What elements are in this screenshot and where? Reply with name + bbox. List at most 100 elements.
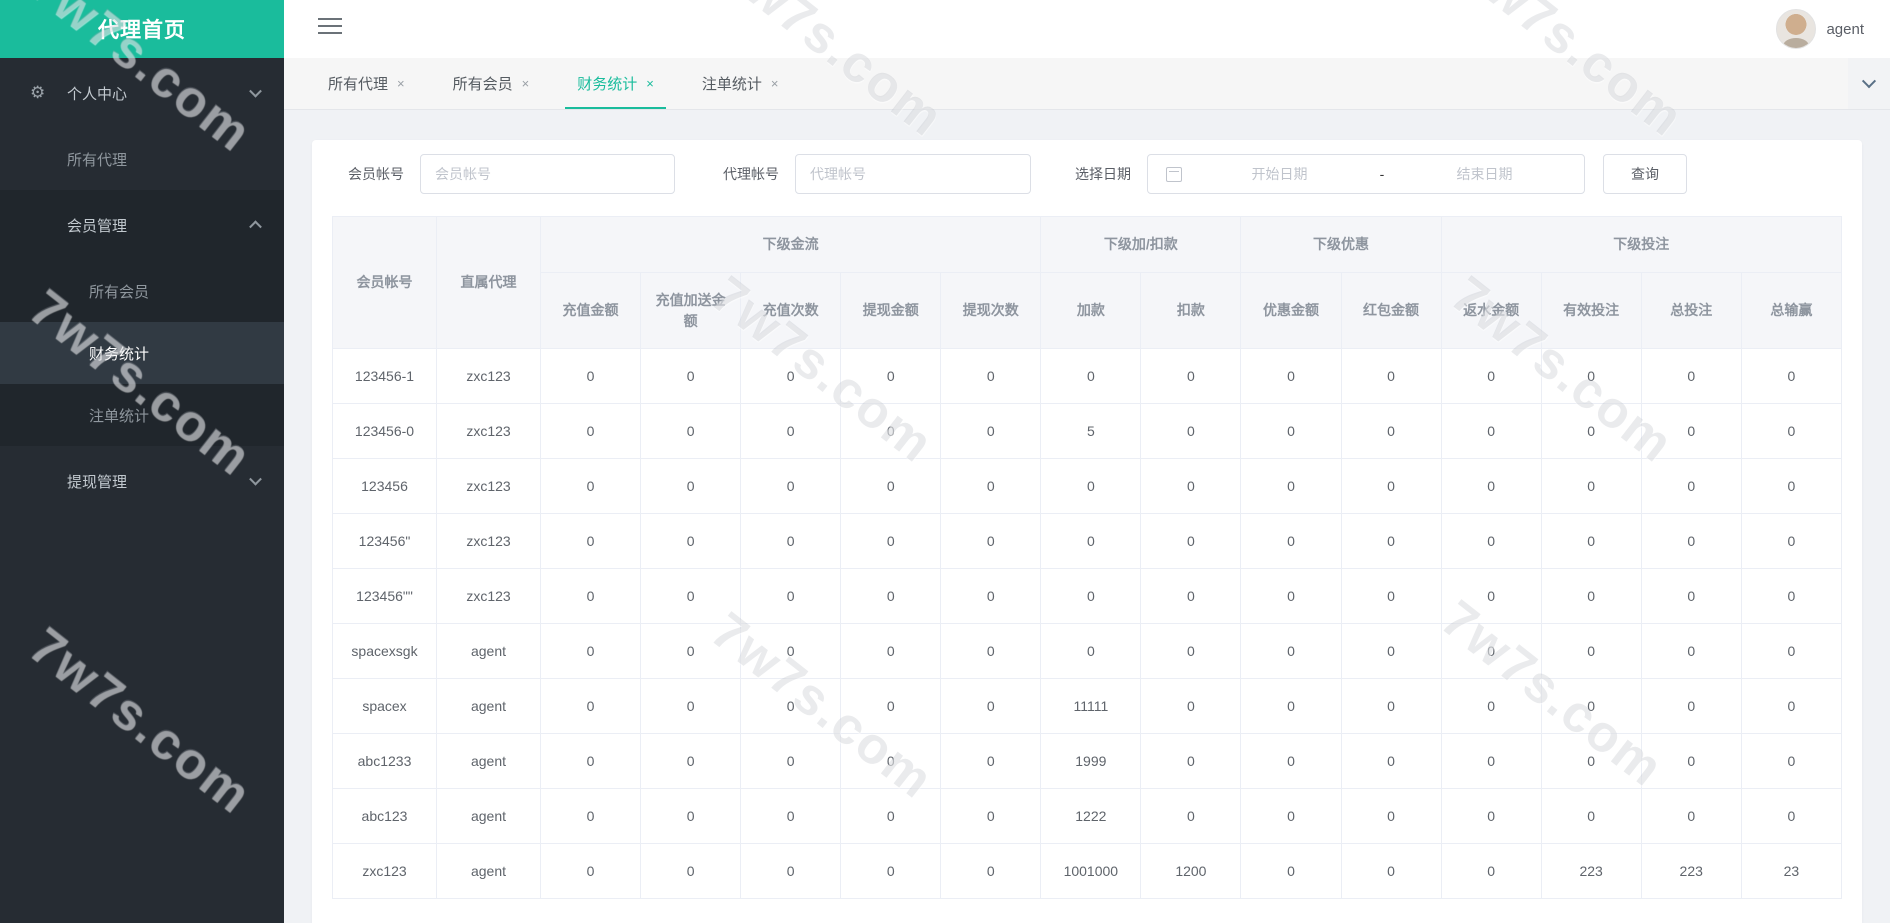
table-cell: 0 (1640, 733, 1742, 789)
table-cell: 0 (1340, 843, 1442, 899)
table-row: abc1233 agent 0 0 0 0 0 1999 0 0 0 0 0 0 0 (332, 733, 1843, 789)
tab-close-icon[interactable]: × (646, 76, 654, 91)
end-date-placeholder[interactable]: 结束日期 (1397, 164, 1572, 184)
table-cell: 0 (1340, 458, 1442, 514)
tab-label: 财务统计 (577, 76, 638, 93)
table-cell: 0 (539, 623, 642, 679)
table-cell: 0 (1140, 513, 1242, 569)
table-cell: 1999 (1040, 733, 1142, 789)
table-cell: 0 (1240, 568, 1342, 624)
table-cell: 0 (840, 568, 942, 624)
user-avatar (1776, 9, 1817, 49)
table-cell: 0 (1340, 623, 1442, 679)
table-cell: agent (436, 788, 541, 844)
table-cell: 0 (840, 788, 942, 844)
table-cell: 0 (1640, 678, 1742, 734)
table-cell: 0 (1240, 348, 1342, 404)
table-cell: 0 (1640, 348, 1742, 404)
table-cell: 0 (1540, 623, 1642, 679)
table-cell: 0 (640, 788, 742, 844)
table-cell: 0 (539, 458, 642, 514)
table-cell: 0 (1040, 568, 1142, 624)
table-cell: 0 (640, 348, 742, 404)
date-range-picker[interactable]: 开始日期 - 结束日期 (1147, 154, 1585, 194)
column-header: 充值加送金额 (640, 272, 742, 349)
sidebar-item-提现管理[interactable]: 提现管理 (0, 446, 284, 516)
chevron-down-icon (249, 84, 262, 98)
table-cell: 0 (1740, 623, 1843, 679)
table-cell: 23 (1740, 843, 1843, 899)
table-cell: 0 (1640, 458, 1742, 514)
calendar-icon (1166, 166, 1182, 182)
column-header: 直属代理 (436, 216, 541, 349)
tab-close-icon[interactable]: × (397, 76, 405, 91)
sidebar-item-个人中心[interactable]: ⚙ 个人中心 (0, 58, 284, 128)
table-cell: 0 (1140, 403, 1242, 459)
tab-bar: 所有代理 × 所有会员 × 财务统计 × 注单统计 × (284, 58, 1890, 110)
sidebar-item-所有代理[interactable]: 所有代理 (0, 128, 284, 190)
table-cell: 0 (1340, 568, 1442, 624)
query-button[interactable]: 查询 (1603, 154, 1687, 194)
table-cell: 0 (1240, 733, 1342, 789)
table-cell: 0 (1540, 678, 1642, 734)
table-cell: 0 (740, 568, 842, 624)
tab-close-icon[interactable]: × (522, 76, 530, 91)
table-cell: 0 (1740, 678, 1843, 734)
table-cell: 0 (1240, 843, 1342, 899)
tab-label: 所有会员 (452, 76, 513, 93)
column-header: 会员帐号 (332, 216, 437, 349)
tab-注单统计[interactable]: 注单统计 × (678, 58, 803, 109)
column-header: 红包金额 (1340, 272, 1442, 349)
table-cell: 0 (1140, 458, 1242, 514)
sidebar-item-label: 提现管理 (67, 473, 128, 491)
table-cell: 0 (840, 403, 942, 459)
tab-所有会员[interactable]: 所有会员 × (429, 58, 554, 109)
table-cell: 123456"" (332, 568, 437, 624)
table-cell: 0 (1240, 403, 1342, 459)
table-cell: 0 (1140, 678, 1242, 734)
chevron-down-icon (249, 472, 262, 486)
tab-close-icon[interactable]: × (771, 76, 779, 91)
sidebar-item-所有会员[interactable]: 所有会员 (0, 260, 284, 322)
table-cell: 0 (640, 733, 742, 789)
agent-account-input[interactable] (795, 154, 1031, 194)
column-header: 有效投注 (1540, 272, 1642, 349)
hamburger-menu-icon[interactable] (318, 18, 342, 38)
table-cell: 0 (640, 568, 742, 624)
table-cell: 123456-0 (332, 403, 437, 459)
table-cell: agent (436, 623, 541, 679)
tab-label: 注单统计 (701, 76, 762, 93)
table-cell: 0 (840, 678, 942, 734)
table-cell: 0 (640, 513, 742, 569)
table-cell: 0 (1240, 678, 1342, 734)
start-date-placeholder[interactable]: 开始日期 (1192, 164, 1367, 184)
column-header: 充值次数 (740, 272, 842, 349)
table-cell: 0 (740, 348, 842, 404)
sidebar-item-财务统计[interactable]: 财务统计 (0, 322, 284, 384)
table-cell: 0 (1640, 513, 1742, 569)
table-cell: 0 (840, 843, 942, 899)
table-cell: spacex (332, 678, 437, 734)
table-row: 123456"" zxc123 0 0 0 0 0 0 0 0 0 0 0 0 0 (332, 568, 1843, 624)
tab-所有代理[interactable]: 所有代理 × (304, 58, 429, 109)
table-cell: 0 (940, 788, 1042, 844)
tab-list-dropdown-button[interactable] (1848, 58, 1890, 109)
table-cell: 0 (1640, 403, 1742, 459)
sidebar-item-注单统计[interactable]: 注单统计 (0, 384, 284, 446)
column-header: 总输赢 (1740, 272, 1843, 349)
table-cell: 0 (1740, 733, 1843, 789)
table-row: 123456" zxc123 0 0 0 0 0 0 0 0 0 0 0 0 0 (332, 513, 1843, 569)
date-range-separator: - (1379, 166, 1385, 182)
content-card: 会员帐号 代理帐号 选择日期 开始日期 - 结束日期 查询 会员帐号直属代理下级… (312, 140, 1862, 923)
group-header: 下级优惠 (1240, 216, 1442, 273)
user-menu[interactable]: agent (1776, 9, 1864, 49)
finance-stats-table: 会员帐号 直属代理 下级金流 下级加/扣款 下级优惠 下级投注 充值金额 充值加送金额 充值次数… (332, 216, 1843, 899)
column-header: 总投注 (1640, 272, 1742, 349)
member-account-input[interactable] (420, 154, 675, 194)
table-row: 123456-1 zxc123 0 0 0 0 0 0 0 0 0 0 0 0 0 (332, 348, 1843, 404)
table-cell: 0 (1540, 403, 1642, 459)
table-cell: 0 (1540, 788, 1642, 844)
table-cell: 0 (1440, 678, 1542, 734)
sidebar-item-会员管理[interactable]: 会员管理 (0, 190, 284, 260)
tab-财务统计[interactable]: 财务统计 × (553, 58, 678, 109)
